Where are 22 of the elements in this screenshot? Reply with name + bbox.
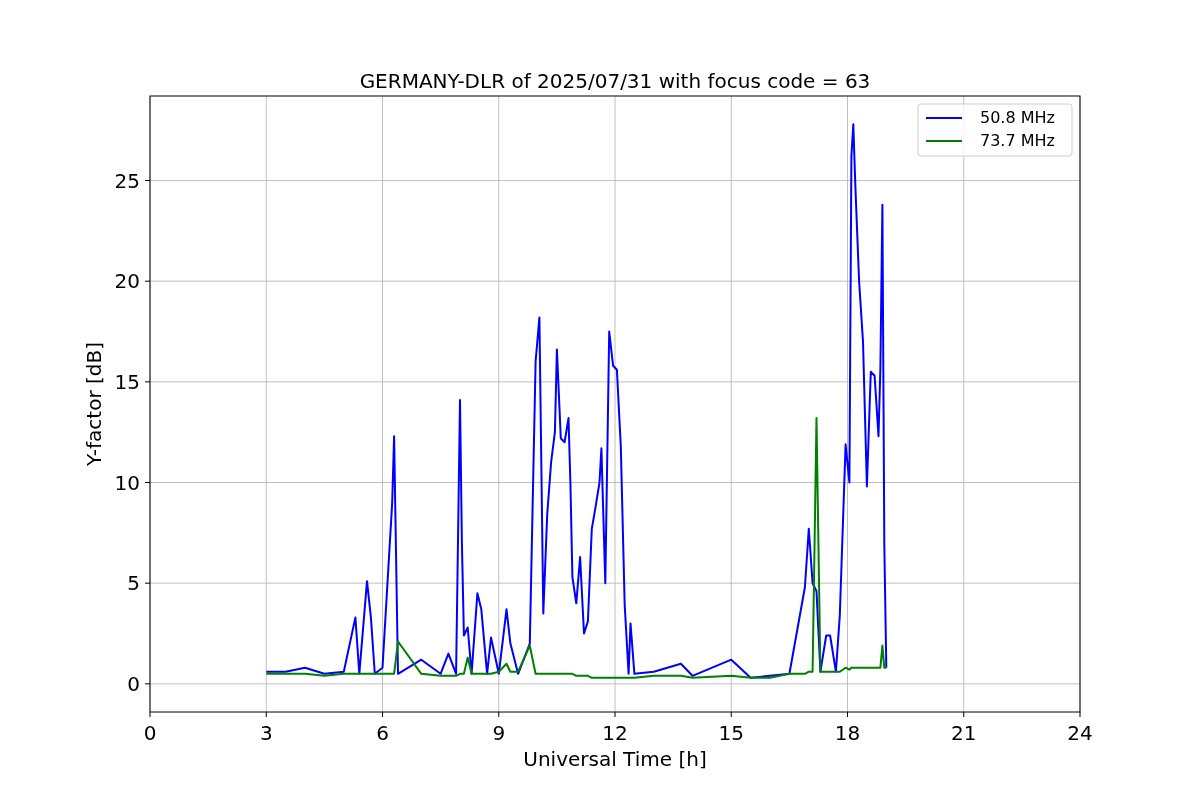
x-tick-label: 15: [718, 721, 744, 745]
y-tick-label: 15: [114, 369, 140, 394]
y-tick-label: 5: [127, 571, 140, 596]
x-tick-label: 3: [259, 721, 273, 745]
x-axis-label: Universal Time [h]: [523, 747, 707, 771]
legend-label: 73.7 MHz: [980, 131, 1055, 150]
x-tick-label: 9: [492, 721, 506, 745]
x-tick-label: 0: [143, 721, 157, 745]
x-tick-label: 6: [376, 721, 389, 745]
x-tick-label: 21: [951, 721, 977, 745]
y-tick-label: 10: [114, 470, 140, 495]
y-axis-label: Y-factor [dB]: [82, 342, 106, 466]
x-tick-label: 12: [602, 721, 628, 745]
y-tick-label: 20: [114, 269, 140, 294]
legend-line: [925, 140, 963, 142]
y-tick-label: 25: [114, 168, 140, 193]
x-tick-label: 24: [1067, 721, 1093, 745]
x-tick-label: 18: [834, 721, 861, 745]
legend-line: [925, 117, 963, 119]
legend-label: 50.8 MHz: [980, 108, 1055, 127]
chart-title: GERMANY-DLR of 2025/07/31 with focus code = 63: [359, 69, 871, 93]
y-tick-label: 0: [127, 671, 140, 696]
